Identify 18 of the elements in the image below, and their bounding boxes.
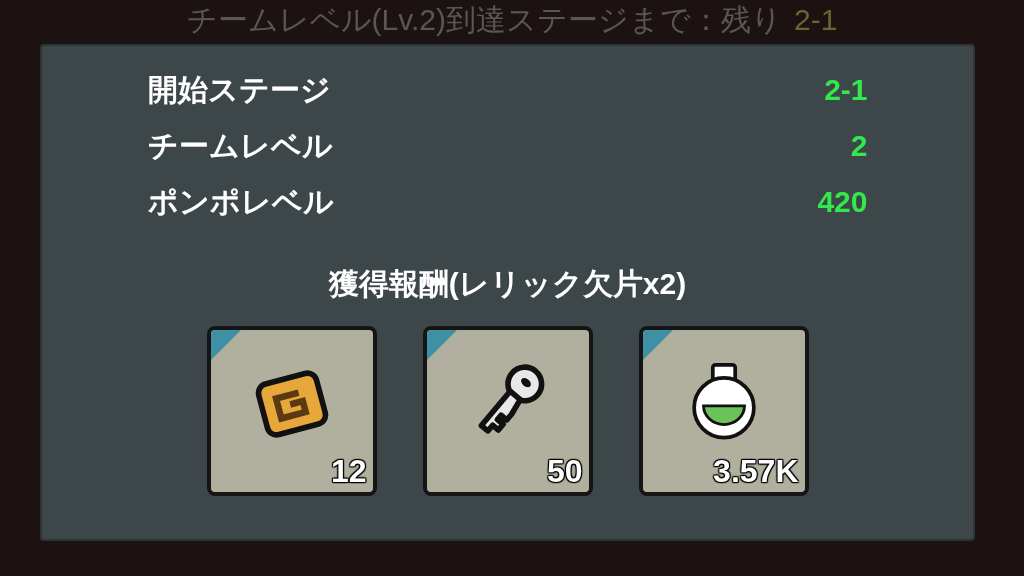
- reward-card[interactable]: 12: [206, 326, 377, 496]
- stat-label: チームレベル: [147, 127, 333, 164]
- corner-tab-icon: [642, 330, 673, 360]
- header-text: チームレベル(Lv.2)到達ステージまで：残り: [186, 2, 783, 38]
- reward-card[interactable]: 50: [422, 326, 593, 496]
- item-count: 50: [546, 452, 583, 490]
- rewards-title: 獲得報酬(レリック欠片x2): [328, 266, 687, 302]
- stat-value: 2: [850, 127, 868, 164]
- stat-value: 2-1: [824, 71, 868, 108]
- corner-tab-icon: [210, 330, 241, 360]
- corner-tab-icon: [426, 330, 457, 360]
- header-stage-value: 2-1: [794, 2, 838, 38]
- item-count: 12: [330, 452, 367, 490]
- stat-value: 420: [817, 183, 868, 220]
- item-count: 3.57K: [713, 452, 799, 490]
- stat-label: 開始ステージ: [147, 71, 331, 108]
- reward-card[interactable]: 3.57K: [638, 326, 809, 496]
- stat-label: ポンポレベル: [147, 183, 334, 220]
